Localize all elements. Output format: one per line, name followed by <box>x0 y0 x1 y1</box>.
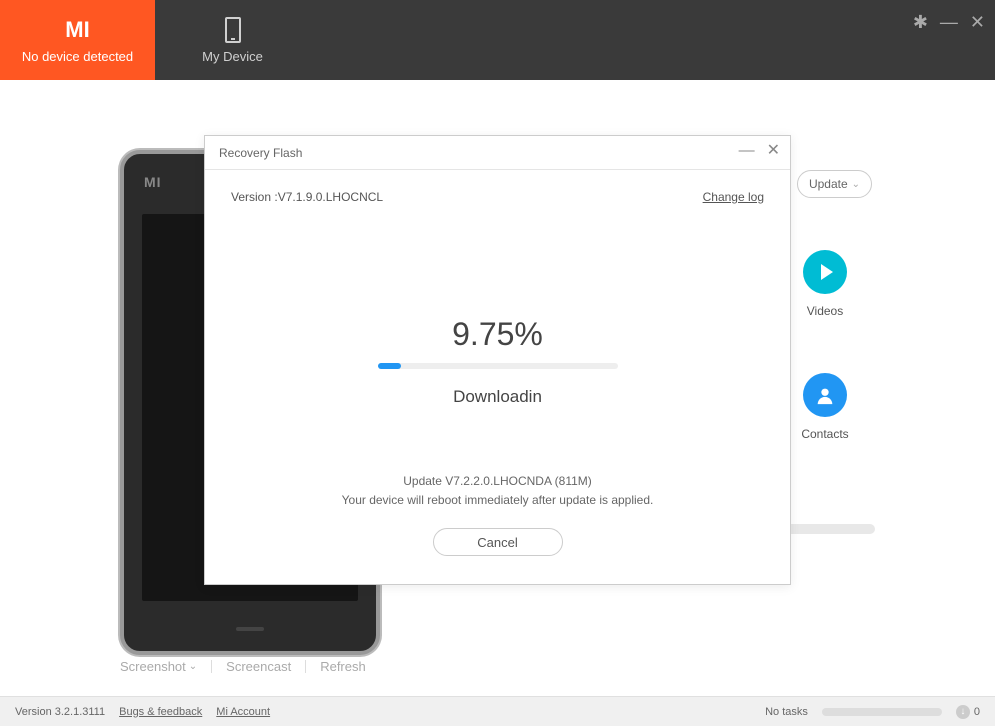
separator <box>305 660 306 673</box>
statusbar: Version 3.2.1.3111 Bugs & feedback Mi Ac… <box>0 696 995 726</box>
download-icon: ↓ <box>956 705 970 719</box>
update-dropdown[interactable]: Update ⌄ <box>797 170 872 198</box>
update-label: Update <box>809 177 848 191</box>
screencast-button[interactable]: Screencast <box>226 659 291 674</box>
progress-area: 9.75% Downloadin <box>231 316 764 407</box>
recovery-flash-dialog: Recovery Flash — ✕ Version :V7.1.9.0.LHO… <box>204 135 791 585</box>
close-icon[interactable]: ✕ <box>970 12 985 33</box>
progress-track <box>378 363 618 369</box>
tab-label: My Device <box>202 49 263 64</box>
shortcut-videos[interactable]: Videos <box>803 250 847 318</box>
progress-status: Downloadin <box>231 387 764 407</box>
app-version-text: Version 3.2.1.3111 <box>15 706 105 718</box>
storage-bar <box>785 524 875 534</box>
update-info: Update V7.2.2.0.LHOCNDA (811M) Your devi… <box>205 472 790 510</box>
phone-home-button <box>236 627 264 631</box>
play-icon <box>803 250 847 294</box>
tab-no-device[interactable]: MI No device detected <box>0 0 155 80</box>
dialog-title-text: Recovery Flash <box>219 146 302 160</box>
tab-my-device[interactable]: My Device <box>155 0 310 80</box>
dialog-minimize-icon[interactable]: — <box>739 143 755 159</box>
download-count-text: 0 <box>974 706 980 718</box>
update-hint-text: Your device will reboot immediately afte… <box>205 491 790 510</box>
update-version-text: Update V7.2.2.0.LHOCNDA (811M) <box>205 472 790 491</box>
shortcut-label: Contacts <box>801 427 848 441</box>
mi-logo-icon: MI <box>65 17 89 43</box>
mi-account-link[interactable]: Mi Account <box>216 706 270 718</box>
bottom-actions: Screenshot ⌄ Screencast Refresh <box>120 659 366 674</box>
chevron-down-icon: ⌄ <box>189 661 197 672</box>
device-icon <box>225 17 241 43</box>
chevron-down-icon: ⌄ <box>852 179 860 190</box>
tab-label: No device detected <box>22 49 133 64</box>
tasks-progress <box>822 708 942 716</box>
shortcuts: Videos Contacts <box>790 250 860 441</box>
tasks-text: No tasks <box>765 706 808 718</box>
download-count[interactable]: ↓ 0 <box>956 705 980 719</box>
version-label: Version :V7.1.9.0.LHOCNCL <box>231 190 383 204</box>
shortcut-label: Videos <box>807 304 843 318</box>
progress-fill <box>378 363 401 369</box>
dialog-titlebar: Recovery Flash — ✕ <box>205 136 790 170</box>
screenshot-button[interactable]: Screenshot ⌄ <box>120 659 197 674</box>
change-log-link[interactable]: Change log <box>703 190 764 204</box>
phone-mi-logo: MI <box>144 174 162 190</box>
user-icon <box>803 373 847 417</box>
bugs-link[interactable]: Bugs & feedback <box>119 706 202 718</box>
shortcut-contacts[interactable]: Contacts <box>801 373 848 441</box>
version-row: Version :V7.1.9.0.LHOCNCL Change log <box>231 190 764 204</box>
dialog-close-icon[interactable]: ✕ <box>767 143 780 159</box>
dialog-body: Version :V7.1.9.0.LHOCNCL Change log 9.7… <box>205 170 790 584</box>
window-controls: — ✕ <box>913 12 985 33</box>
settings-icon[interactable] <box>913 12 928 33</box>
refresh-button[interactable]: Refresh <box>320 659 366 674</box>
separator <box>211 660 212 673</box>
minimize-icon[interactable]: — <box>940 12 958 33</box>
progress-percent: 9.75% <box>231 316 764 353</box>
titlebar: MI No device detected My Device — ✕ <box>0 0 995 80</box>
cancel-button[interactable]: Cancel <box>433 528 563 556</box>
